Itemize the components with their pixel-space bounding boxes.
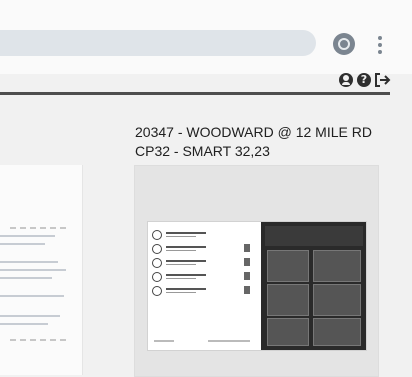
schedule-sheet bbox=[148, 222, 258, 350]
logout-icon[interactable] bbox=[374, 73, 392, 87]
top-bar bbox=[0, 0, 412, 74]
stop-title-line1: 20347 - WOODWARD @ 12 MILE RD bbox=[135, 124, 372, 140]
stop-title-line2: CP32 - SMART 32,23 bbox=[135, 143, 270, 159]
left-panel bbox=[0, 165, 83, 375]
schedule-thumbnail[interactable] bbox=[147, 221, 367, 351]
more-vert-icon[interactable] bbox=[376, 32, 384, 58]
stop-title: 20347 - WOODWARD @ 12 MILE RD CP32 - SMA… bbox=[135, 123, 395, 161]
info-poster bbox=[261, 222, 366, 350]
account-circle-icon[interactable] bbox=[333, 33, 355, 55]
search-bar[interactable] bbox=[0, 30, 316, 56]
help-icon[interactable] bbox=[357, 73, 371, 87]
user-icon[interactable] bbox=[339, 73, 353, 87]
header-divider bbox=[0, 92, 390, 95]
